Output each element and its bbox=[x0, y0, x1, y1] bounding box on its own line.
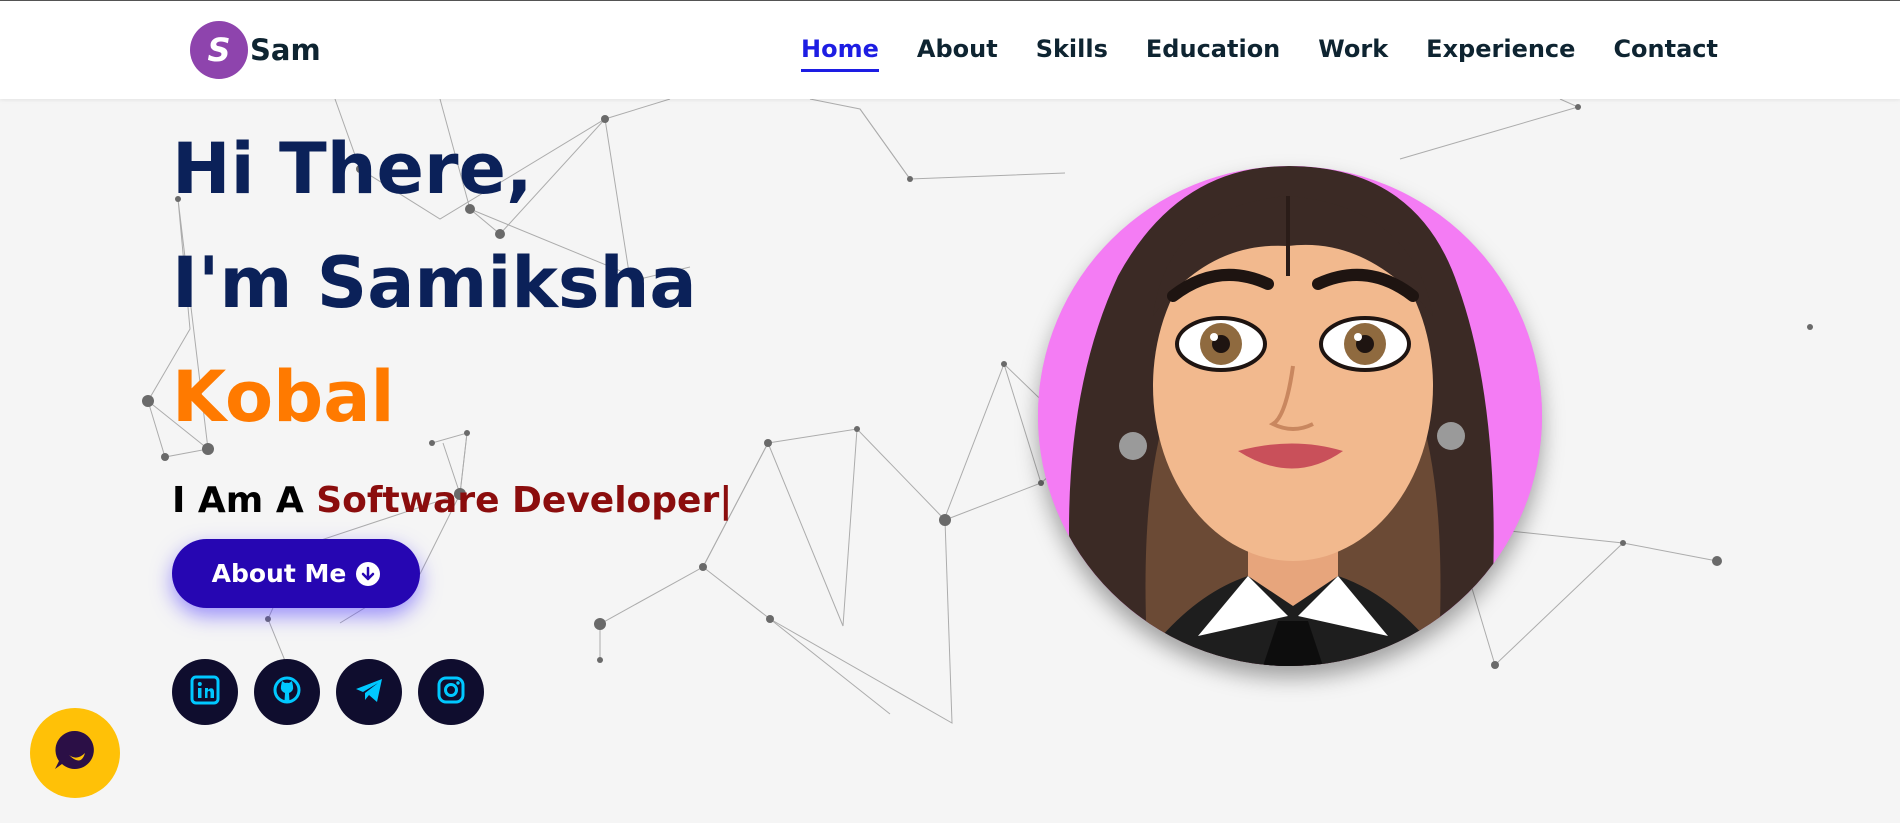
linkedin-icon bbox=[190, 675, 220, 709]
profile-avatar bbox=[1038, 166, 1542, 666]
social-links bbox=[172, 659, 500, 725]
nav-about[interactable]: About bbox=[917, 35, 998, 72]
logo-badge: S bbox=[190, 21, 248, 79]
role-prefix: I Am A bbox=[172, 480, 317, 521]
about-me-button[interactable]: About Me bbox=[172, 539, 420, 608]
greeting-line: Hi There, bbox=[172, 128, 533, 210]
instagram-button[interactable] bbox=[418, 659, 484, 725]
name-line: I'm Samiksha bbox=[172, 242, 697, 324]
nav-skills[interactable]: Skills bbox=[1036, 35, 1108, 72]
nav-work[interactable]: Work bbox=[1318, 35, 1388, 72]
github-icon bbox=[272, 675, 302, 709]
nav-contact[interactable]: Contact bbox=[1613, 35, 1718, 72]
chat-icon bbox=[51, 727, 99, 779]
main-nav: Home About Skills Education Work Experie… bbox=[763, 35, 1718, 72]
telegram-icon bbox=[354, 675, 384, 709]
role-line: I Am A Software Developer| bbox=[172, 480, 732, 521]
nav-education[interactable]: Education bbox=[1146, 35, 1280, 72]
nav-home[interactable]: Home bbox=[801, 35, 879, 72]
about-me-label: About Me bbox=[211, 559, 347, 588]
arrow-down-circle-icon bbox=[356, 561, 381, 586]
nav-experience[interactable]: Experience bbox=[1426, 35, 1575, 72]
hero-heading: Hi There, I'm Samiksha Kobal I Am A Soft… bbox=[172, 112, 732, 521]
github-button[interactable] bbox=[254, 659, 320, 725]
instagram-icon bbox=[436, 675, 466, 709]
brand-logo[interactable]: S Sam bbox=[190, 21, 321, 79]
chat-widget-button[interactable] bbox=[30, 708, 120, 798]
linkedin-button[interactable] bbox=[172, 659, 238, 725]
logo-text: Sam bbox=[250, 33, 321, 67]
telegram-button[interactable] bbox=[336, 659, 402, 725]
site-header: S Sam Home About Skills Education Work E… bbox=[0, 1, 1900, 99]
surname-line: Kobal bbox=[172, 356, 395, 438]
role-typed-text: Software Developer| bbox=[316, 480, 733, 521]
